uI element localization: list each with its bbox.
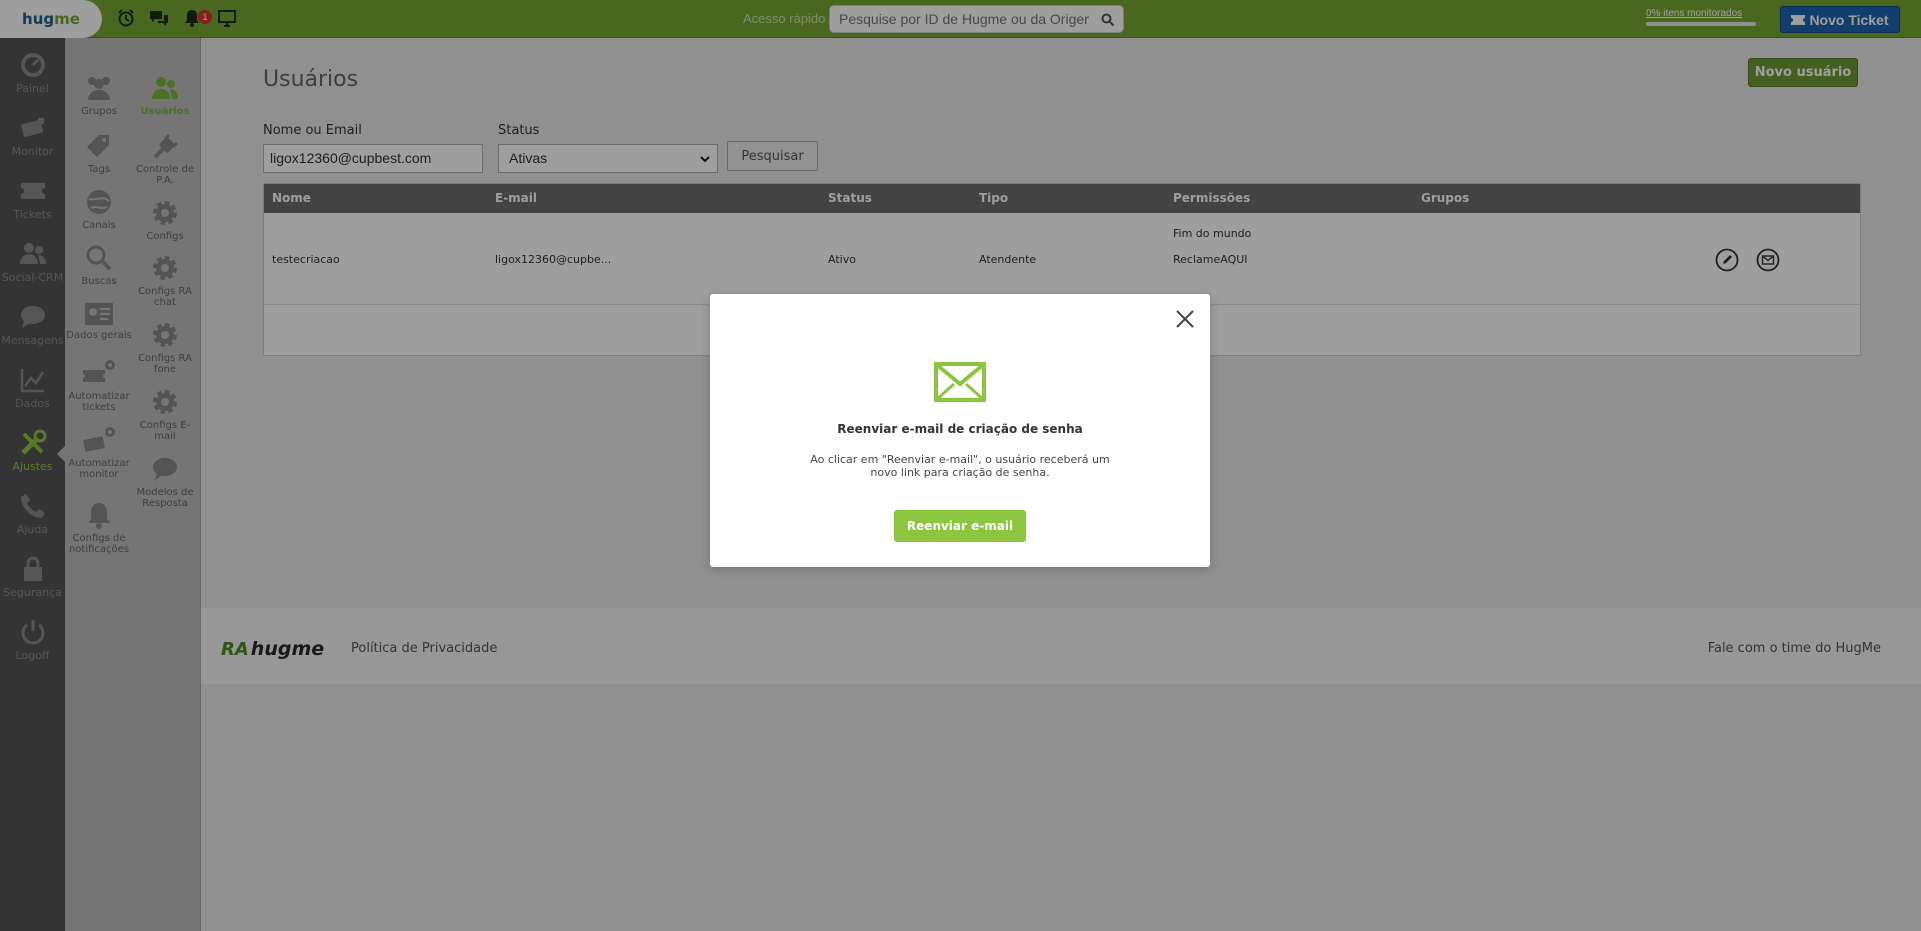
- modal-body: Ao clicar em "Reenviar e-mail", o usuári…: [810, 453, 1110, 479]
- close-icon[interactable]: [1174, 308, 1196, 330]
- envelope-icon: [934, 362, 986, 402]
- resend-email-button[interactable]: Reenviar e-mail: [894, 510, 1026, 542]
- modal-title: Reenviar e-mail de criação de senha: [837, 422, 1083, 436]
- resend-email-modal: Reenviar e-mail de criação de senha Ao c…: [710, 294, 1210, 567]
